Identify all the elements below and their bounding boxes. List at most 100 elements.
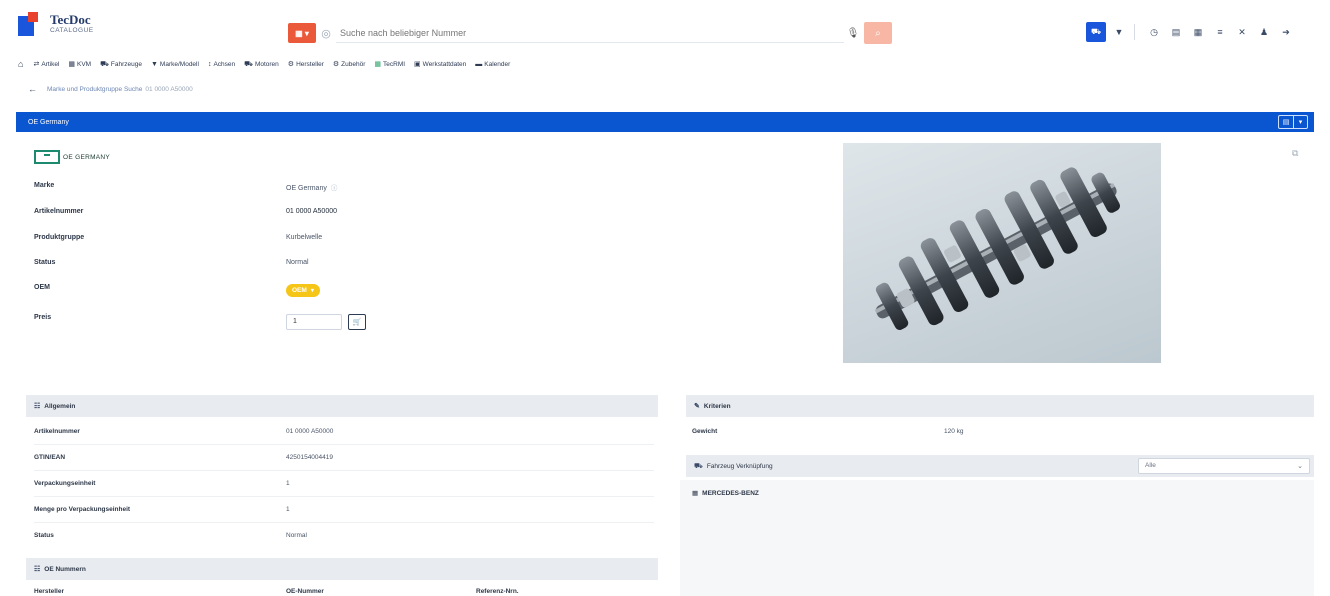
row-divider: [34, 444, 654, 445]
menu-icon[interactable]: ≡: [1211, 22, 1229, 42]
detail-label: Preis: [34, 314, 52, 321]
breadcrumb-parent-link[interactable]: Marke und Produktgruppe Suche: [47, 86, 142, 93]
vehicle-link-select[interactable]: Alle ⌄: [1138, 458, 1310, 474]
add-to-cart-button[interactable]: 🛒: [348, 314, 366, 330]
nav-item-tecrmi[interactable]: ▦ TecRMI: [374, 60, 405, 69]
section-kriterien-header[interactable]: ✎ Kriterien: [686, 395, 1314, 417]
back-arrow-icon[interactable]: ←: [28, 84, 37, 94]
nav-icon: ▼: [150, 60, 158, 68]
detail-label: OEM: [34, 284, 50, 291]
pencil-icon: ✎: [694, 403, 700, 410]
nav-icon: ▦: [68, 61, 75, 68]
column-header: Hersteller: [34, 588, 64, 595]
search-bar: ▦ ▾ ◎ 🎙 ⌕: [288, 22, 892, 44]
main-nav: ⌂ ⇄ Artikel ▦ KVM ⛟ Fahrzeuge ▼ Marke/Modell…: [18, 57, 519, 71]
microphone-icon[interactable]: 🎙: [844, 23, 862, 43]
nav-item-kvm[interactable]: ▦ KVM: [68, 60, 91, 69]
section-title: Allgemein: [44, 402, 76, 410]
detail-label: Produktgruppe: [34, 234, 85, 241]
nav-item-hersteller[interactable]: ⚙ Hersteller: [287, 60, 324, 69]
toolbar: ⛟ ▼ ◷ ▤ ▦ ≡ ✕ ♟ ➔: [1086, 22, 1295, 42]
section-oe-nummern-header[interactable]: ☷ OE Nummern: [26, 558, 658, 580]
vehicle-link-panel: [680, 480, 1314, 596]
nav-icon: ▬: [475, 60, 483, 68]
history-icon[interactable]: ◷: [1145, 22, 1163, 42]
toolbar-divider: [1134, 24, 1135, 40]
row-label: Menge pro Verpackungseinheit: [34, 506, 131, 513]
nav-item-artikel[interactable]: ⇄ Artikel: [33, 60, 59, 69]
breadcrumb-current: 01 0000 A50000: [145, 85, 193, 93]
zoom-icon[interactable]: ⧉: [1292, 148, 1298, 159]
top-bar: TecDoc CATALOGUE ▦ ▾ ◎ 🎙 ⌕ ⛟ ▼ ◷ ▤ ▦ ≡ ✕…: [0, 0, 1330, 52]
row-value: 120 kg: [944, 428, 964, 435]
logo-mark-icon: [18, 12, 42, 36]
nav-item-fahrzeuge[interactable]: ⛟ Fahrzeuge: [100, 60, 142, 69]
nav-item-werkstattdaten[interactable]: ▣ Werkstattdaten: [414, 60, 466, 69]
nav-icon: ⛟: [244, 60, 253, 68]
section-allgemein-header[interactable]: ☷ Allgemein: [26, 395, 658, 417]
detail-label: Marke: [34, 182, 55, 189]
home-icon[interactable]: ⌂: [18, 59, 23, 69]
row-label: Verpackungseinheit: [34, 480, 96, 487]
logo-title: TecDoc: [50, 12, 91, 28]
breadcrumb: ← Marke und Produktgruppe Suche 01 0000 …: [28, 84, 193, 94]
search-button[interactable]: ⌕: [864, 22, 892, 44]
grid-icon: ☷: [34, 566, 41, 573]
row-divider: [34, 496, 654, 497]
search-type-dropdown[interactable]: ▦ ▾: [288, 23, 316, 43]
nav-icon: ⇄: [33, 61, 40, 68]
detail-value: OE Germany ⓘ: [286, 185, 338, 192]
product-image[interactable]: [843, 143, 1161, 363]
logout-icon[interactable]: ➔: [1277, 22, 1295, 42]
row-value: Normal: [286, 532, 307, 539]
document-icon[interactable]: ▤: [1167, 22, 1185, 42]
more-dropdown-button[interactable]: ▾: [1293, 116, 1307, 128]
chevron-down-icon: ▾: [310, 288, 314, 294]
crankshaft-image: [874, 167, 1121, 330]
nav-item-achsen[interactable]: ↕ Achsen: [208, 61, 235, 68]
brand-logo-text: OE GERMANY: [63, 153, 111, 161]
detail-label: Status: [34, 259, 56, 266]
vehicle-mode-button[interactable]: ⛟: [1086, 22, 1106, 42]
row-divider: [34, 470, 654, 471]
brand-logo-mark-icon: [34, 150, 60, 164]
column-header: Referenz-Nrn.: [476, 588, 519, 595]
settings-icon[interactable]: ✕: [1233, 22, 1251, 42]
row-label: Gewicht: [692, 428, 718, 435]
nav-icon: ▣: [414, 61, 421, 68]
row-value: 1: [286, 480, 290, 487]
user-icon[interactable]: ♟: [1255, 22, 1273, 42]
detail-value: Kurbelwelle: [286, 234, 323, 241]
grid-icon: ☷: [34, 403, 41, 410]
tecdoc-logo[interactable]: TecDoc CATALOGUE: [18, 12, 94, 36]
nav-icon: ↕: [207, 60, 212, 68]
header-actions: ▤ ▾: [1278, 115, 1308, 129]
quantity-input[interactable]: 1: [286, 314, 342, 330]
article-header-title: OE Germany: [28, 118, 69, 126]
row-value: 1: [286, 506, 290, 513]
logo-subtitle: CATALOGUE: [50, 27, 94, 35]
print-icon[interactable]: ▦: [1189, 22, 1207, 42]
nav-item-kalender[interactable]: ▬ Kalender: [475, 61, 510, 68]
search-input[interactable]: [336, 23, 844, 43]
section-title: OE Nummern: [44, 565, 86, 573]
column-header: OE-Nummer: [286, 588, 324, 595]
nav-item-zubehoer[interactable]: ⚙ Zubehör: [333, 60, 366, 69]
chevron-down-icon: ⌄: [1297, 463, 1303, 470]
detail-label: Artikelnummer: [34, 208, 84, 215]
detail-value: 1 🛒: [286, 314, 366, 330]
row-label: GTIN/EAN: [34, 454, 66, 461]
print-button[interactable]: ▤: [1279, 116, 1293, 128]
brand-logo: OE GERMANY: [34, 150, 110, 164]
nav-item-motoren[interactable]: ⛟ Motoren: [244, 60, 279, 69]
row-value: 4250154004419: [286, 454, 333, 461]
oem-badge[interactable]: OEM ▾: [286, 284, 320, 297]
row-divider: [34, 522, 654, 523]
filter-icon[interactable]: ▼: [1110, 22, 1128, 42]
nav-icon: ▦: [374, 61, 382, 68]
row-value: 01 0000 A50000: [286, 428, 334, 435]
nav-icon: ⚙: [287, 61, 295, 68]
detail-value: Normal: [286, 259, 309, 266]
nav-item-marke-modell[interactable]: ▼ Marke/Modell: [151, 61, 199, 68]
info-icon[interactable]: ⓘ: [331, 185, 338, 192]
